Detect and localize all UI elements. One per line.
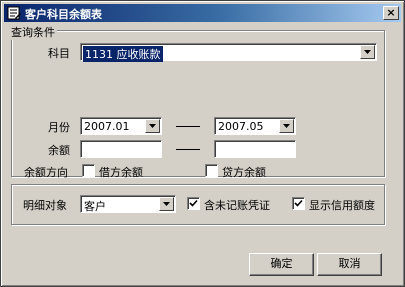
show-credit-limit-label[interactable]: 显示信用额度 (309, 197, 375, 213)
chevron-down-icon (149, 124, 156, 128)
window-title: 客户科目余额表 (25, 8, 102, 21)
detail-object-dropdown-button[interactable] (159, 197, 174, 211)
chevron-down-icon (283, 124, 290, 128)
month-label: 月份 (48, 121, 70, 134)
month-range-separator (176, 126, 200, 127)
month-from-select[interactable]: 2007.01 (80, 117, 162, 135)
query-conditions-title: 查询条件 (9, 24, 57, 40)
debit-balance-label[interactable]: 借方余额 (99, 164, 143, 180)
ok-button[interactable]: 确定 (249, 253, 314, 276)
balance-range-separator (176, 149, 200, 150)
include-unposted-checkbox[interactable] (187, 197, 200, 210)
chevron-down-icon (163, 202, 170, 206)
subject-value: 1131 应收账款 (83, 46, 163, 62)
close-icon: × (386, 6, 396, 19)
detail-object-select[interactable]: 客户 (80, 195, 176, 213)
balance-label: 余额 (48, 144, 70, 157)
subject-label: 科目 (48, 47, 70, 60)
checkmark-icon (189, 199, 198, 207)
debit-balance-checkbox[interactable] (82, 164, 95, 177)
title-bar[interactable]: 客户科目余额表 × (4, 4, 401, 22)
checkmark-icon (294, 199, 303, 207)
month-to-select[interactable]: 2007.05 (214, 117, 296, 135)
credit-balance-checkbox[interactable] (205, 164, 218, 177)
dialog-window: 客户科目余额表 × 查询条件 科目 1131 应收账款 月份 2007.01 2… (0, 0, 405, 287)
direction-label: 余额方向 (24, 166, 68, 179)
document-icon (6, 5, 22, 21)
detail-object-value: 客户 (84, 200, 106, 213)
month-from-value: 2007.01 (84, 120, 130, 133)
cancel-button[interactable]: 取消 (317, 253, 382, 276)
detail-object-label: 明细对象 (23, 199, 67, 212)
subject-select[interactable]: 1131 应收账款 (80, 43, 377, 62)
subject-dropdown-button[interactable] (360, 45, 375, 59)
chevron-down-icon (364, 50, 371, 54)
balance-from-input[interactable] (80, 140, 162, 158)
month-to-dropdown-button[interactable] (279, 119, 294, 133)
close-button[interactable]: × (383, 6, 399, 20)
show-credit-limit-checkbox[interactable] (292, 197, 305, 210)
include-unposted-label[interactable]: 含未记账凭证 (204, 197, 270, 213)
balance-to-input[interactable] (214, 140, 296, 158)
month-from-dropdown-button[interactable] (145, 119, 160, 133)
credit-balance-label[interactable]: 贷方余额 (222, 164, 266, 180)
month-to-value: 2007.05 (218, 120, 264, 133)
